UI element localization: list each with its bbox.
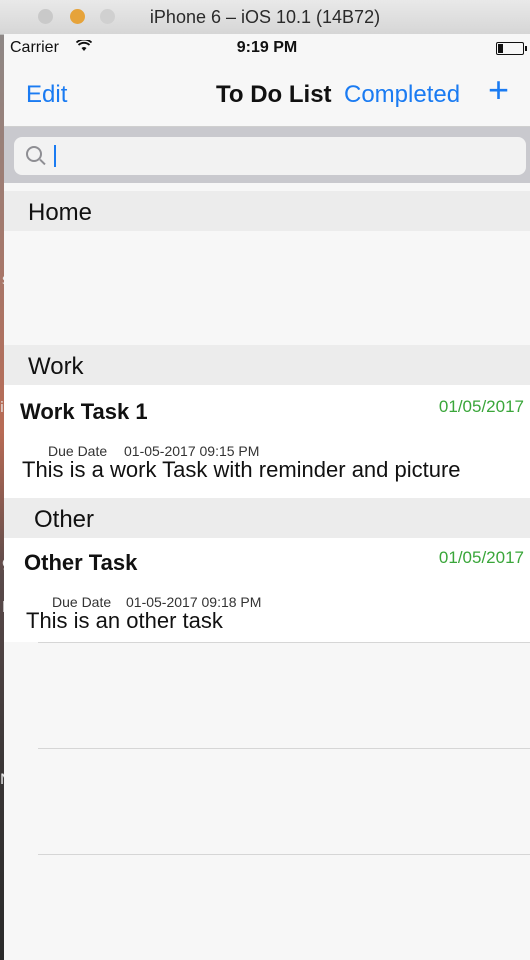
home-empty-area: [4, 231, 530, 345]
text-cursor: [54, 145, 56, 167]
search-input[interactable]: [14, 137, 526, 175]
section-label: Other: [34, 506, 95, 533]
section-label: Home: [28, 199, 93, 226]
navigation-bar: Edit To Do List Completed +: [4, 62, 530, 127]
task-description: This is a work Task with reminder and pi…: [22, 457, 461, 482]
row-separator: [38, 642, 530, 643]
search-icon: [26, 146, 42, 162]
task-description: This is an other task: [26, 608, 223, 633]
simulator-titlebar: iPhone 6 – iOS 10.1 (14B72): [0, 0, 530, 35]
row-separator: [38, 854, 530, 855]
window-title: iPhone 6 – iOS 10.1 (14B72): [149, 7, 381, 27]
section-header-home: Home: [4, 191, 530, 231]
section-header-other: Other: [4, 498, 530, 538]
task-date: 01/05/2017: [438, 548, 524, 567]
status-bar: Carrier 9:19 PM: [4, 34, 530, 62]
page-title: To Do List: [216, 81, 332, 108]
empty-table-area: [4, 642, 530, 960]
row-separator: [38, 748, 530, 749]
section-header-work: Work: [4, 345, 530, 385]
task-date: 01/05/2017: [438, 397, 524, 416]
search-bar: [4, 127, 530, 183]
task-title: Other Task: [24, 550, 138, 575]
battery-icon: [496, 42, 527, 55]
completed-button[interactable]: Completed: [344, 81, 460, 109]
section-label: Work: [28, 353, 84, 380]
add-icon[interactable]: +: [488, 72, 509, 108]
phone-screen: Carrier 9:19 PM Edit To Do List Complete…: [4, 34, 530, 960]
task-row-other-task[interactable]: Other Task 01/05/2017 Due Date 01-05-201…: [4, 538, 530, 642]
task-title: Work Task 1: [20, 399, 148, 424]
status-time: 9:19 PM: [236, 39, 298, 56]
edit-button[interactable]: Edit: [26, 81, 67, 109]
task-row-work-task-1[interactable]: Work Task 1 01/05/2017 Due Date 01-05-20…: [4, 385, 530, 498]
